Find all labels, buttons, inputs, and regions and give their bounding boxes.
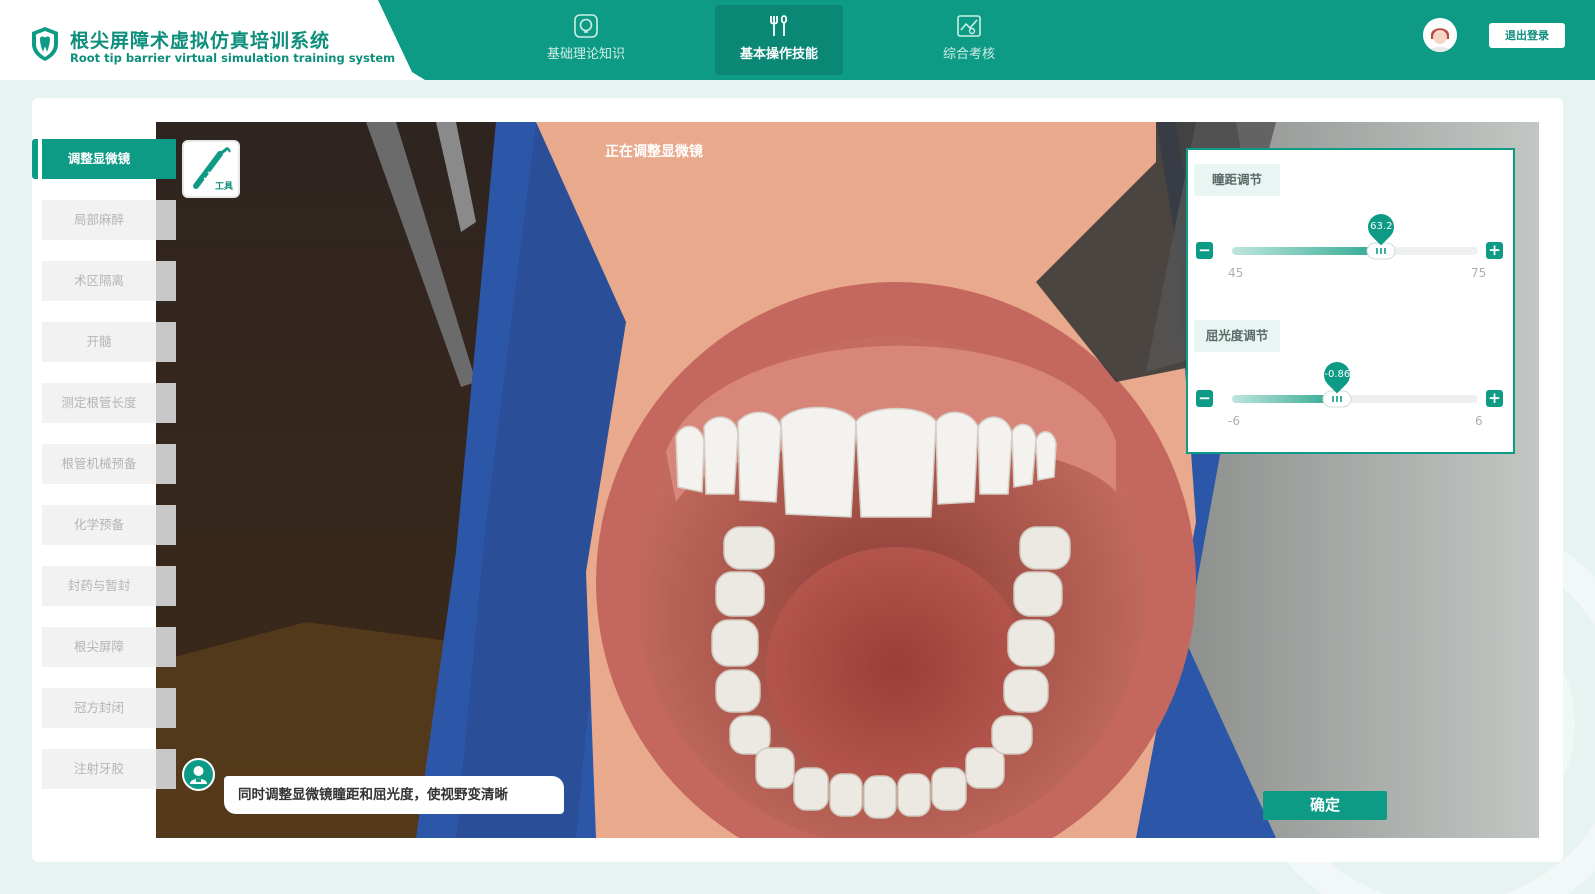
pupil-slider-fill xyxy=(1232,247,1382,255)
status-text: 正在调整显微镜 xyxy=(605,144,703,160)
step-apical-barrier[interactable]: 根尖屏障 xyxy=(42,627,176,667)
confirm-button[interactable]: 确定 xyxy=(1263,791,1387,820)
logout-button[interactable]: 退出登录 xyxy=(1489,23,1565,48)
step-coronal-seal[interactable]: 冠方封闭 xyxy=(42,688,176,728)
step-measure-canal-length[interactable]: 测定根管长度 xyxy=(42,383,176,423)
tools-icon xyxy=(770,15,788,36)
step-adjust-microscope[interactable]: 调整显微镜 xyxy=(32,139,176,179)
app-subtitle: Root tip barrier virtual simulation trai… xyxy=(70,51,396,65)
step-pulp-opening[interactable]: 开髓 xyxy=(42,322,176,362)
step-inject-gutta-percha[interactable]: 注射牙胶 xyxy=(42,749,176,789)
doctor-assistant-icon xyxy=(182,758,215,791)
pupil-value: 63.2 xyxy=(1370,221,1393,232)
diopter-min-label: -6 xyxy=(1228,414,1240,428)
step-medicate-temp-seal[interactable]: 封药与暂封 xyxy=(42,566,176,606)
tab-assessment-label: 综合考核 xyxy=(942,47,995,62)
diopter-decrease-button[interactable]: − xyxy=(1196,390,1213,407)
pupil-max-label: 75 xyxy=(1471,266,1487,280)
step-field-isolation[interactable]: 术区隔离 xyxy=(42,261,176,301)
tab-theory-label: 基础理论知识 xyxy=(546,47,625,62)
pupil-decrease-button[interactable]: − xyxy=(1196,242,1213,259)
app-title: 根尖屏障术虚拟仿真培训系统 xyxy=(70,30,331,52)
pupil-min-label: 45 xyxy=(1228,266,1244,280)
pupil-slider-track[interactable] xyxy=(1232,242,1478,260)
user-avatar[interactable] xyxy=(1423,18,1457,52)
diopter-increase-button[interactable]: + xyxy=(1486,390,1503,407)
tab-skills[interactable]: 基本操作技能 xyxy=(715,5,843,75)
pupil-increase-button[interactable]: + xyxy=(1486,242,1503,259)
diopter-label: 屈光度调节 xyxy=(1194,320,1280,352)
assessment-icon xyxy=(957,15,981,37)
instruction-hint: 同时调整显微镜瞳距和屈光度，使视野变清晰 xyxy=(224,776,564,814)
step-chemical-prep[interactable]: 化学预备 xyxy=(42,505,176,545)
shield-tooth-logo-icon xyxy=(32,27,58,61)
tab-skills-label: 基本操作技能 xyxy=(739,47,818,62)
tab-assessment[interactable]: 综合考核 xyxy=(905,5,1033,75)
microscope-control-panel: 瞳距调节 − 63.2 + 45 75 屈光度调节 − -0.86 + -6 6 xyxy=(1186,148,1515,454)
knowledge-icon xyxy=(574,14,598,38)
tool-button[interactable]: 工具 xyxy=(182,140,240,198)
pupil-distance-label: 瞳距调节 xyxy=(1194,164,1280,196)
diopter-slider-track[interactable] xyxy=(1232,390,1478,408)
diopter-max-label: 6 xyxy=(1475,414,1483,428)
step-local-anesthesia[interactable]: 局部麻醉 xyxy=(42,200,176,240)
diopter-value: -0.86 xyxy=(1324,369,1351,380)
brand-area: 根尖屏障术虚拟仿真培训系统 Root tip barrier virtual s… xyxy=(0,0,425,80)
tab-theory[interactable]: 基础理论知识 xyxy=(522,5,650,75)
tool-label: 工具 xyxy=(214,182,233,192)
top-header: 根尖屏障术虚拟仿真培训系统 Root tip barrier virtual s… xyxy=(0,0,1595,80)
step-canal-mechanical-prep[interactable]: 根管机械预备 xyxy=(42,444,176,484)
